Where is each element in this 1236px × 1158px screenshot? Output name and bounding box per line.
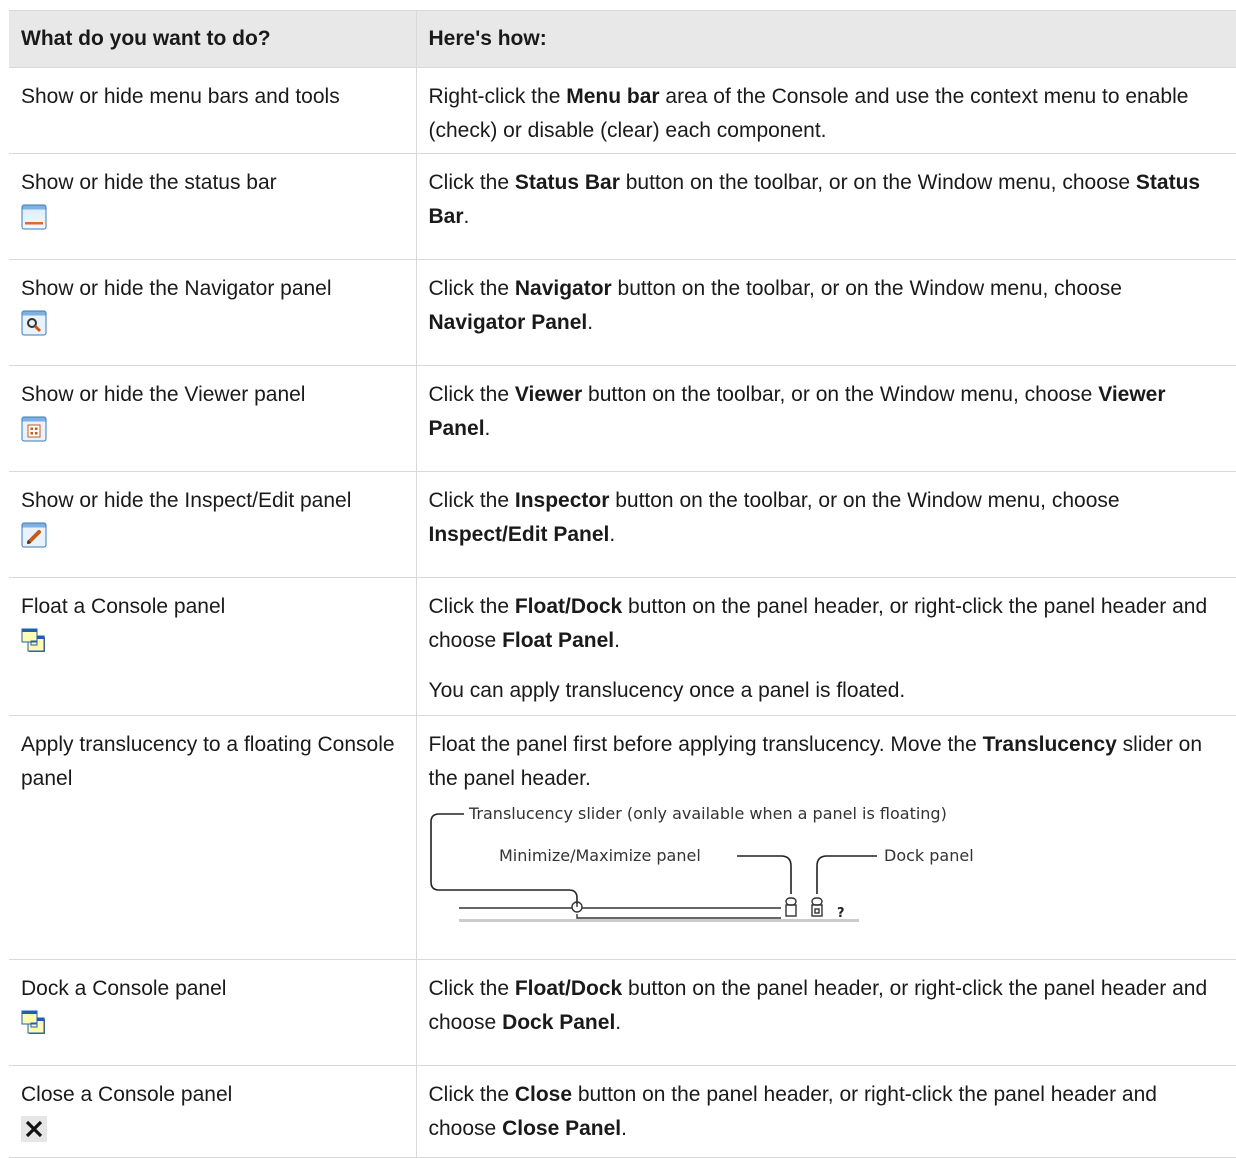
task-label: Show or hide menu bars and tools <box>21 85 340 108</box>
table-row: Show or hide the Navigator panel Click th… <box>9 259 1236 366</box>
task-label: Show or hide the Viewer panel <box>21 383 306 406</box>
table-header-row: What do you want to do? Here's how: <box>9 10 1236 68</box>
table-row: Close a Console panel Click the Close but… <box>9 1065 1236 1158</box>
table-row: Show or hide menu bars and tools Right-cl… <box>9 67 1236 154</box>
table-row: Dock a Console panel Click the Float/Dock… <box>9 959 1236 1066</box>
task-cell: Show or hide the Navigator panel <box>9 259 417 366</box>
table-row: Float a Console panel Click the Float/Doc… <box>9 577 1236 716</box>
how-text: Click the Viewer button on the toolbar, … <box>428 383 1166 440</box>
how-cell: Click the Inspector button on the toolba… <box>415 471 1236 578</box>
table-row: Show or hide the Inspect/Edit panel Click… <box>9 471 1236 578</box>
how-text: Click the Float/Dock button on the panel… <box>428 977 1208 1034</box>
task-cell: Dock a Console panel <box>9 959 417 1066</box>
task-cell: Show or hide the Inspect/Edit panel <box>9 471 417 578</box>
task-cell: Close a Console panel <box>9 1065 417 1158</box>
how-cell: Click the Viewer button on the toolbar, … <box>415 365 1236 472</box>
diagram-label-minmax: Minimize/Maximize panel <box>499 846 701 865</box>
table-row: Show or hide the Viewer panel Click the V… <box>9 365 1236 472</box>
how-cell: Click the Close button on the panel head… <box>415 1065 1236 1158</box>
status-bar-icon <box>21 204 47 230</box>
how-cell: Click the Float/Dock button on the panel… <box>415 577 1236 716</box>
how-cell: Click the Status Bar button on the toolb… <box>415 153 1236 260</box>
how-note: You can apply translucency once a panel … <box>428 679 906 702</box>
how-text: Right-click the Menu bar area of the Con… <box>428 85 1189 142</box>
close-icon <box>21 1116 47 1142</box>
how-text: Click the Inspector button on the toolba… <box>428 489 1120 546</box>
task-label: Show or hide the Navigator panel <box>21 277 332 300</box>
task-label: Apply translucency to a floating Console… <box>21 733 395 790</box>
float-dock-icon <box>21 628 47 654</box>
how-text: Float the panel first before applying tr… <box>428 733 1203 790</box>
diagram-help-glyph: ? <box>837 906 845 921</box>
how-text: Click the Status Bar button on the toolb… <box>428 171 1201 228</box>
task-cell: Apply translucency to a floating Console… <box>9 715 417 960</box>
task-cell: Float a Console panel <box>9 577 417 716</box>
inspector-icon <box>21 522 47 548</box>
how-text: Click the Float/Dock button on the panel… <box>428 595 1208 652</box>
task-label: Float a Console panel <box>21 595 226 618</box>
task-cell: Show or hide menu bars and tools <box>9 67 417 154</box>
task-cell: Show or hide the status bar <box>9 153 417 260</box>
task-label: Close a Console panel <box>21 1083 233 1106</box>
how-cell: Float the panel first before applying tr… <box>415 715 1236 960</box>
how-cell: Right-click the Menu bar area of the Con… <box>415 67 1236 154</box>
how-text: Click the Navigator button on the toolba… <box>428 277 1122 334</box>
task-label: Show or hide the status bar <box>21 171 277 194</box>
diagram-label-dock: Dock panel <box>884 846 974 865</box>
viewer-icon <box>21 416 47 442</box>
navigator-icon <box>21 310 47 336</box>
task-label: Dock a Console panel <box>21 977 227 1000</box>
table-row: Show or hide the status bar Click the Sta… <box>9 153 1236 260</box>
how-cell: Click the Navigator button on the toolba… <box>415 259 1236 366</box>
task-label: Show or hide the Inspect/Edit panel <box>21 489 352 512</box>
translucency-diagram: ? Translucency slider (only available wh… <box>429 804 974 922</box>
how-text: Click the Close button on the panel head… <box>428 1083 1157 1140</box>
task-cell: Show or hide the Viewer panel <box>9 365 417 472</box>
table-row: Apply translucency to a floating Console… <box>9 715 1236 960</box>
how-cell: Click the Float/Dock button on the panel… <box>415 959 1236 1066</box>
instructions-table: What do you want to do? Here's how: Show… <box>9 10 1236 1158</box>
float-dock-icon <box>21 1010 47 1036</box>
column-header-task: What do you want to do? <box>9 10 417 68</box>
column-header-how: Here's how: <box>415 10 1236 68</box>
diagram-label-translucency: Translucency slider (only available when… <box>468 804 947 823</box>
